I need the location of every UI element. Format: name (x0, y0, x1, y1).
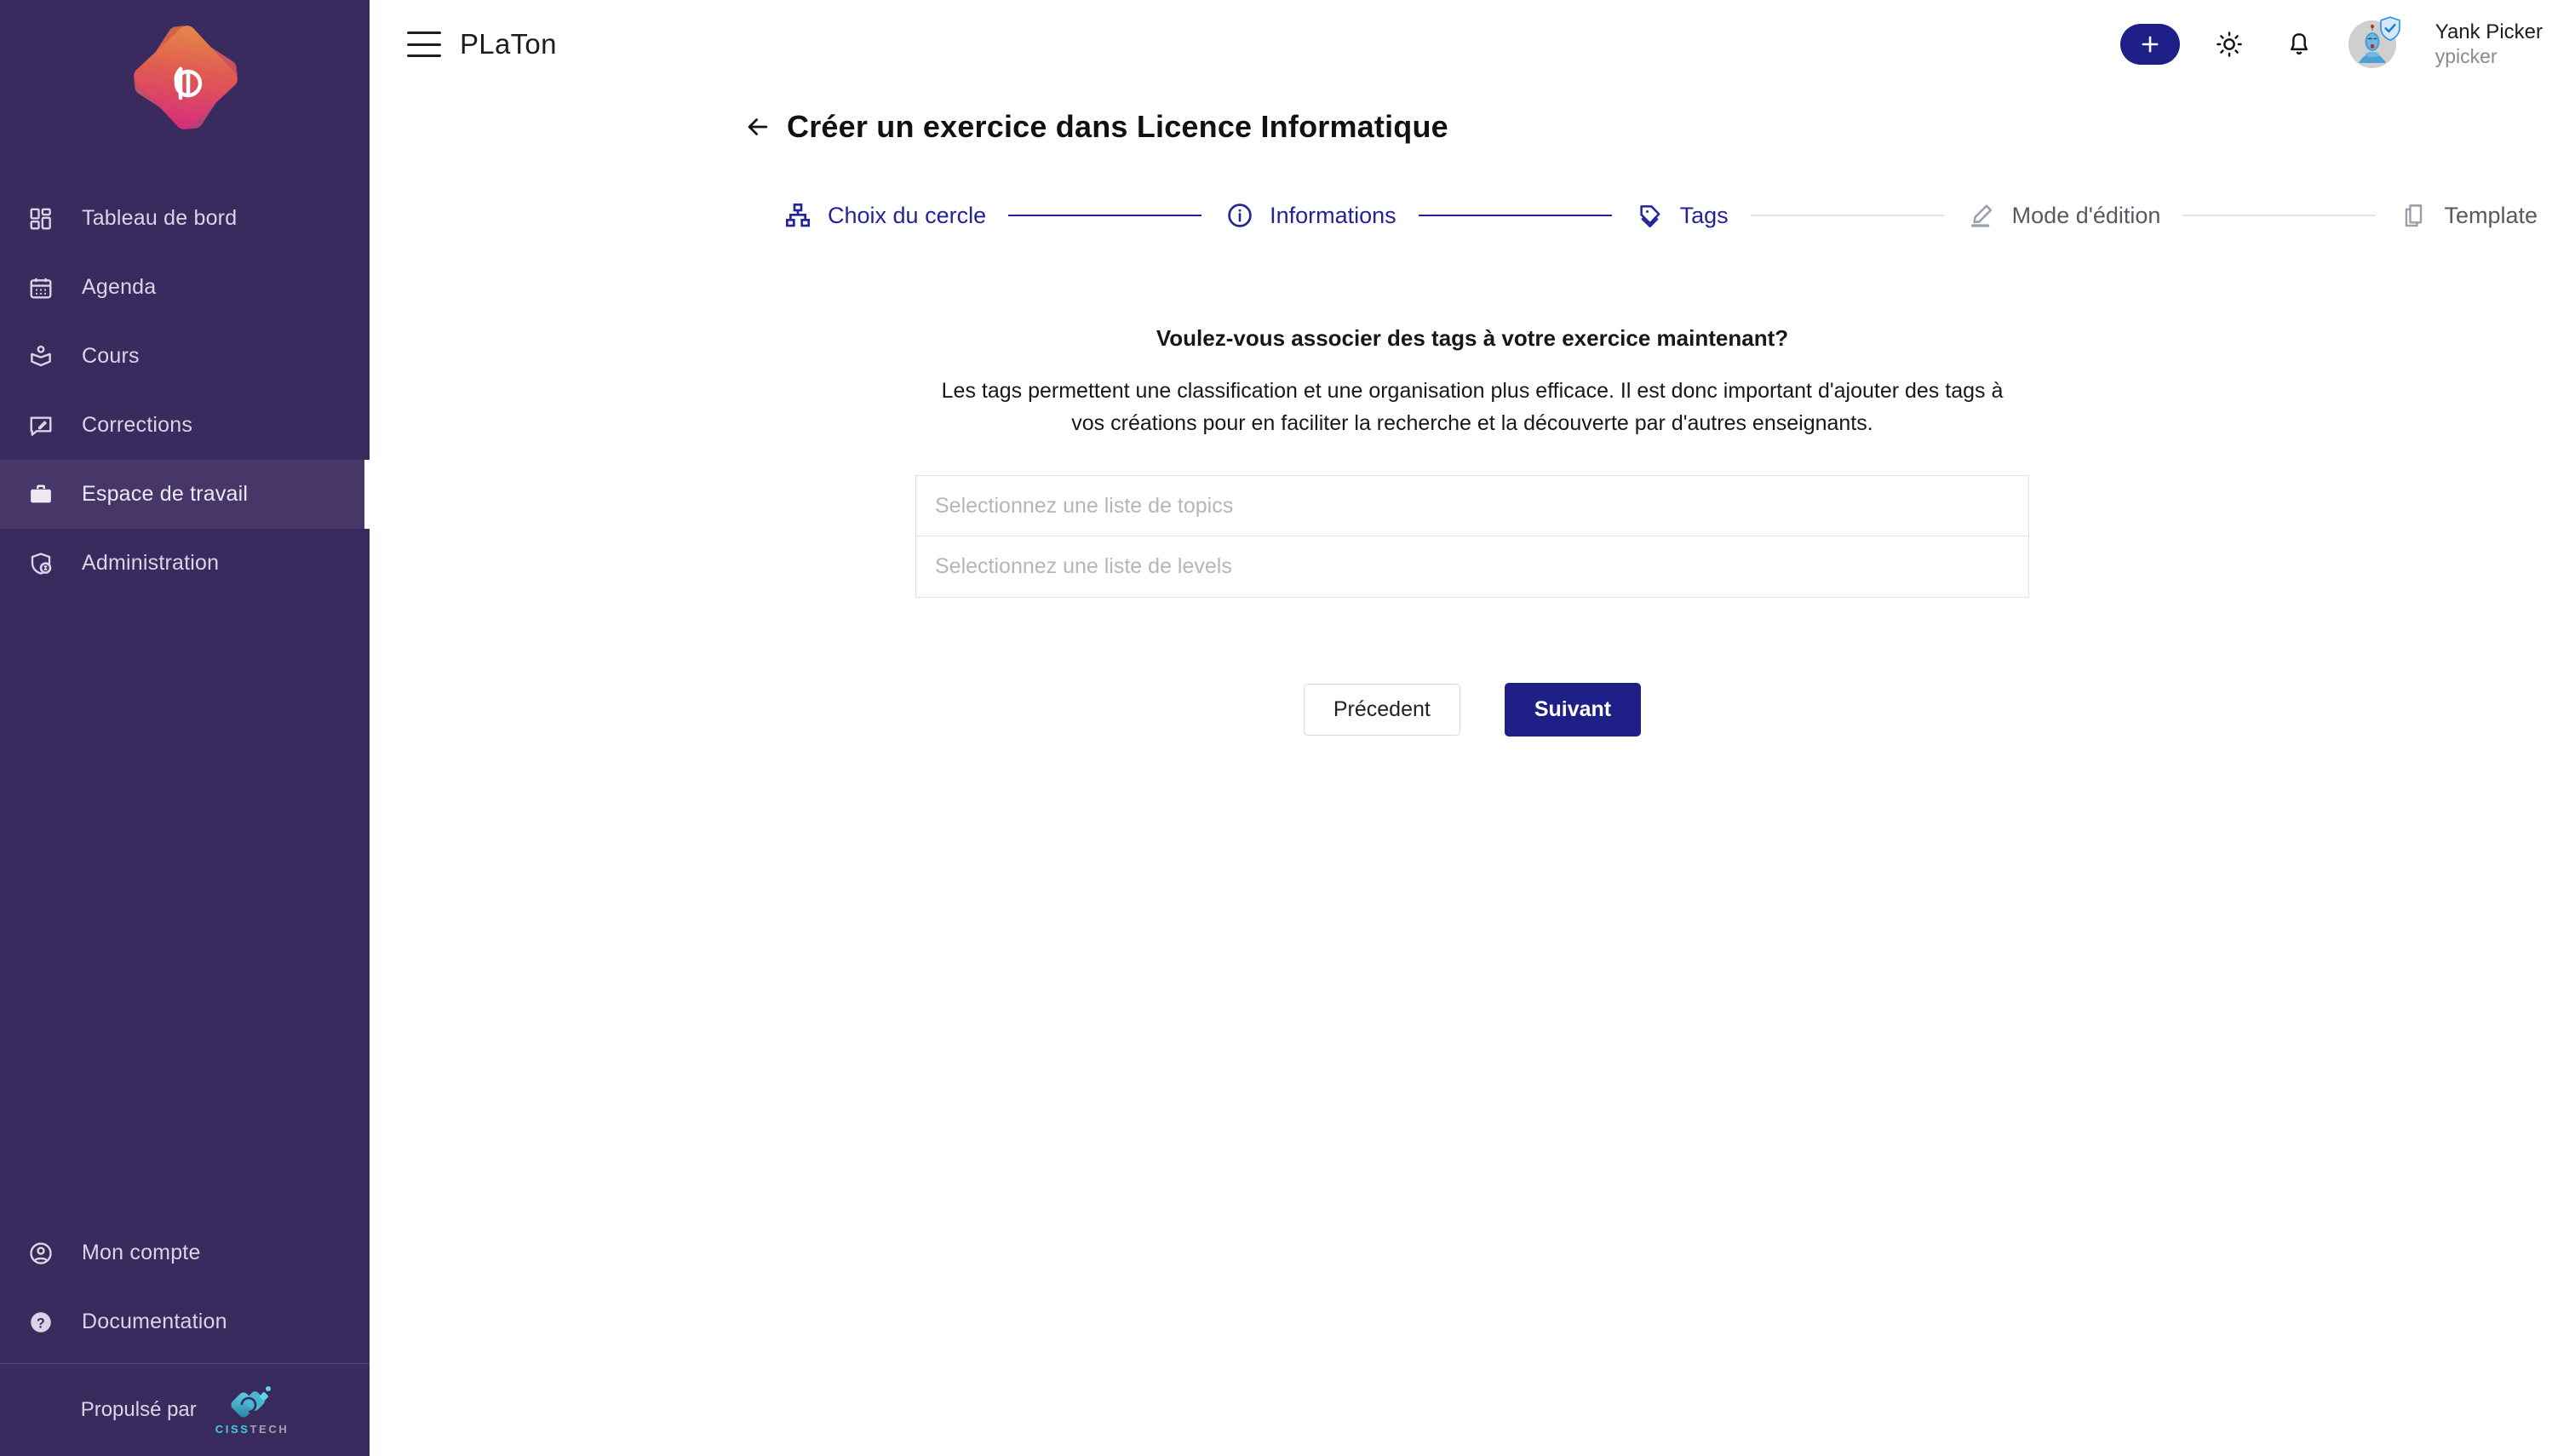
sidebar-nav: Tableau de bord Agenda Cours Corrections… (0, 163, 370, 1218)
cisstech-logo[interactable]: CISSTECH (215, 1384, 290, 1436)
tags-icon (1634, 199, 1666, 232)
content-description: Les tags permettent une classification e… (941, 379, 2004, 435)
step-label: Informations (1270, 202, 1396, 228)
book-icon (19, 340, 63, 374)
tag-fields: Selectionnez une liste de topics Selecti… (915, 475, 2029, 598)
document-copy-icon (2398, 199, 2430, 232)
account-circle-icon (19, 1236, 63, 1270)
header-actions: Yank Picker ypicker (2119, 16, 2543, 68)
arrow-left-icon (748, 118, 768, 135)
pencil-icon (1966, 199, 1999, 232)
sidebar-item-label: Documentation (82, 1310, 227, 1333)
sidebar-item-label: Espace de travail (82, 482, 249, 506)
sidebar-item-label: Agenda (82, 275, 157, 299)
sidebar-item-cours[interactable]: Cours (0, 322, 370, 391)
sidebar-item-agenda[interactable]: Agenda (0, 253, 370, 322)
app-brand-title: PLaTon (460, 28, 557, 60)
topics-placeholder: Selectionnez une liste de topics (935, 493, 1234, 518)
back-button[interactable] (739, 108, 777, 146)
shield-admin-icon (19, 547, 63, 581)
content-question: Voulez-vous associer des tags à votre ex… (1156, 325, 1789, 351)
plus-icon (2142, 36, 2159, 53)
hamburger-menu-icon[interactable] (407, 32, 441, 57)
previous-button[interactable]: Précedent (1303, 684, 1460, 736)
next-button[interactable]: Suivant (1504, 683, 1642, 737)
bell-icon (2290, 33, 2308, 55)
sun-icon (2216, 32, 2242, 57)
step-label: Template (2444, 202, 2538, 228)
step-label: Choix du cercle (828, 202, 987, 228)
sidebar-item-corrections[interactable]: Corrections (0, 391, 370, 460)
sidebar-item-label: Tableau de bord (82, 206, 238, 230)
page-title: Créer un exercice dans Licence Informati… (787, 109, 1448, 144)
svg-text:?: ? (37, 1316, 45, 1331)
sidebar-item-documentation[interactable]: ? Documentation (0, 1287, 370, 1356)
wizard-stepper: Choix du cercle Informations Tags Mode d… (370, 199, 2575, 232)
wizard-actions: Précedent Suivant (1303, 683, 1642, 737)
powered-by-label: Propulsé par (80, 1398, 197, 1421)
step-template[interactable]: Template (2398, 199, 2538, 232)
sidebar-item-mon-compte[interactable]: Mon compte (0, 1218, 370, 1287)
levels-placeholder: Selectionnez une liste de levels (935, 554, 1232, 578)
main-area: PLaTon Yank Picker ypicker Créer un exer… (370, 0, 2575, 1456)
platon-logo-icon (129, 21, 242, 134)
add-button[interactable] (2119, 24, 2180, 65)
step-mode-edition[interactable]: Mode d'édition (1966, 199, 2161, 232)
comment-edit-icon (19, 409, 63, 443)
step-connector (1008, 215, 1202, 216)
sidebar-item-label: Administration (82, 551, 220, 575)
sidebar-item-administration[interactable]: Administration (0, 529, 370, 598)
calendar-icon (19, 271, 63, 305)
page-header: Créer un exercice dans Licence Informati… (370, 89, 2575, 155)
tags-step-content: Voulez-vous associer des tags à votre ex… (370, 325, 2575, 737)
sidebar-footer: Propulsé par CISSTECH (0, 1364, 370, 1456)
step-tags[interactable]: Tags (1634, 199, 1729, 232)
user-handle: ypicker (2434, 44, 2498, 67)
cisstech-wordmark: CISSTECH (215, 1423, 290, 1436)
help-circle-icon: ? (19, 1305, 63, 1339)
step-connector (2182, 215, 2377, 216)
sidebar-item-espace-de-travail[interactable]: Espace de travail (0, 460, 370, 529)
levels-select[interactable]: Selectionnez une liste de levels (915, 536, 2029, 598)
step-choix-du-cercle[interactable]: Choix du cercle (782, 199, 986, 232)
step-informations[interactable]: Informations (1224, 199, 1396, 232)
verified-shield-icon (2378, 16, 2402, 46)
sidebar-bottom-nav: Mon compte ? Documentation (0, 1218, 370, 1363)
topics-select[interactable]: Selectionnez une liste de topics (915, 475, 2029, 536)
sidebar-item-label: Cours (82, 344, 140, 368)
user-info[interactable]: Yank Picker ypicker (2435, 20, 2543, 67)
top-header: PLaTon Yank Picker ypicker (370, 0, 2575, 89)
sidebar-item-label: Corrections (82, 413, 193, 437)
sitemap-icon (782, 199, 814, 232)
step-connector (1750, 215, 1944, 216)
step-connector (1418, 215, 1612, 216)
sidebar-item-label: Mon compte (82, 1241, 201, 1264)
sidebar-item-tableau-de-bord[interactable]: Tableau de bord (0, 184, 370, 253)
step-label: Tags (1679, 202, 1729, 228)
sidebar: Tableau de bord Agenda Cours Corrections… (0, 0, 370, 1456)
step-label: Mode d'édition (2011, 202, 2161, 228)
briefcase-icon (19, 478, 63, 512)
avatar[interactable] (2348, 16, 2400, 68)
theme-toggle-button[interactable] (2209, 24, 2250, 65)
info-circle-icon (1224, 199, 1256, 232)
notifications-button[interactable] (2279, 24, 2320, 65)
user-name: Yank Picker (2434, 20, 2543, 44)
app-root: Tableau de bord Agenda Cours Corrections… (0, 0, 2575, 1456)
dashboard-icon (19, 202, 63, 236)
sidebar-logo[interactable] (0, 0, 370, 163)
